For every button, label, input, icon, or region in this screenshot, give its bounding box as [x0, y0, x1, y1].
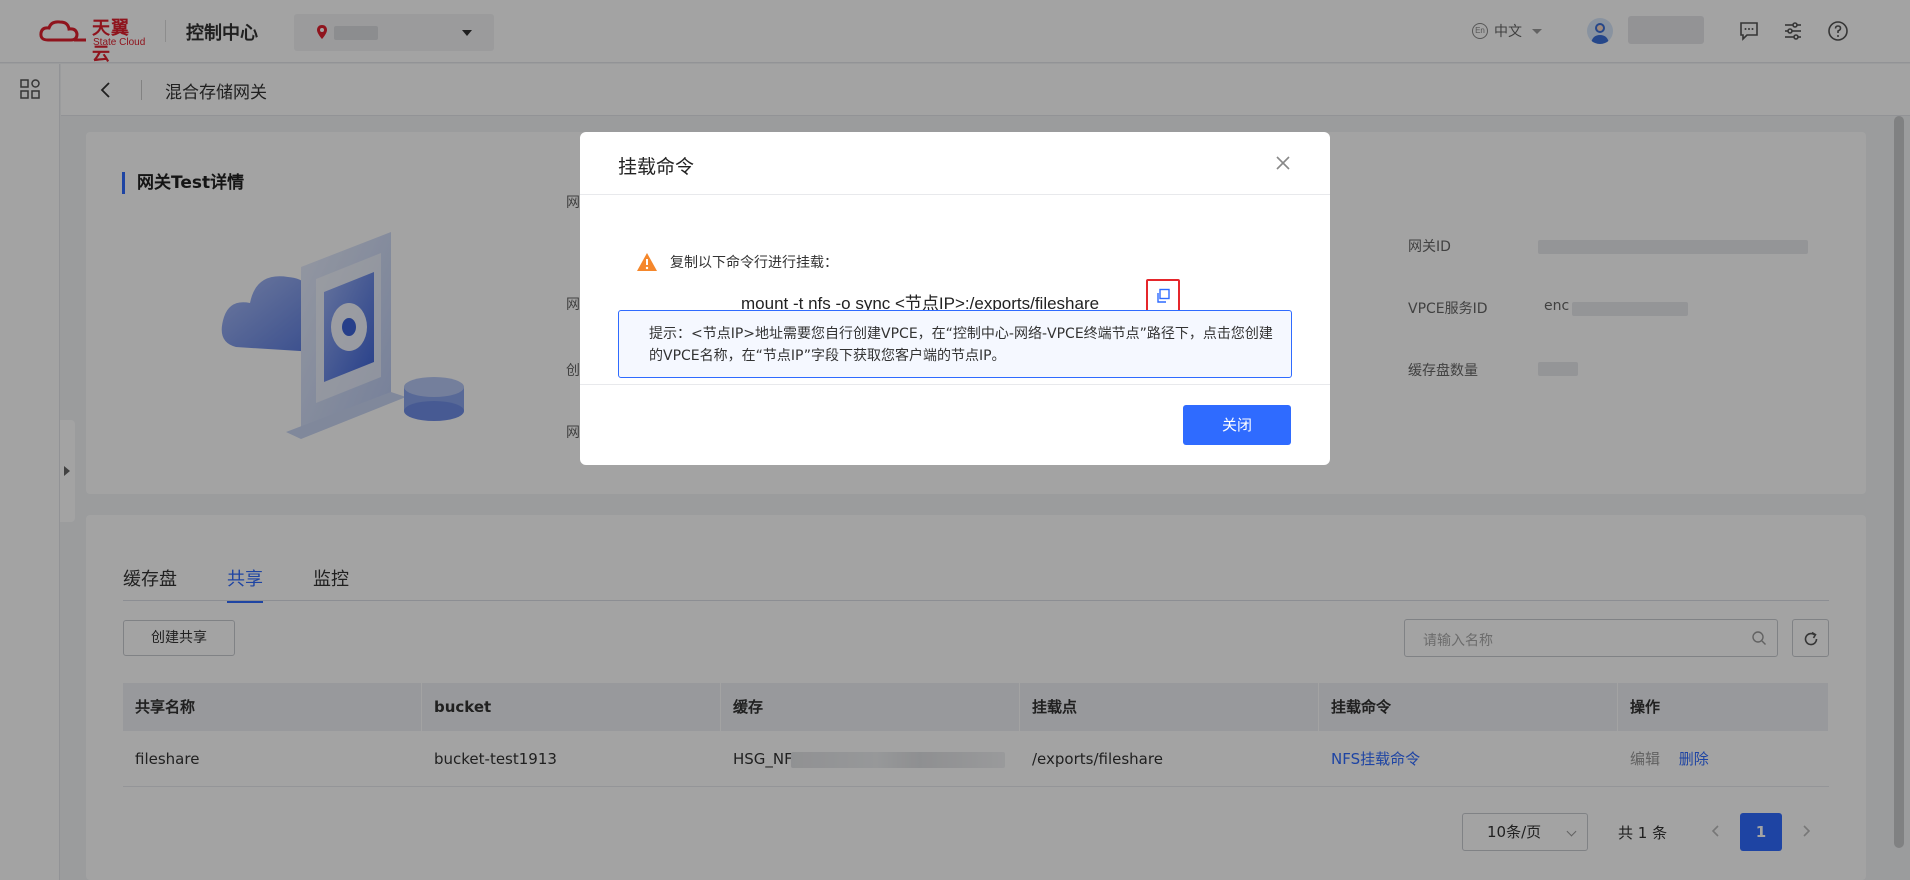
tip-box: 提示：<节点IP>地址需要您自行创建VPCE，在“控制中心-网络-VPCE终端节… [618, 310, 1292, 378]
close-icon[interactable] [1274, 154, 1292, 172]
dialog-title: 挂载命令 [618, 156, 695, 178]
warning-icon [637, 253, 657, 271]
copy-instruction-text: 复制以下命令行进行挂载： [670, 255, 838, 271]
dialog-footer-divider [580, 384, 1330, 385]
dialog-header-divider [580, 194, 1330, 195]
mount-command-dialog: 挂载命令 复制以下命令行进行挂载： mount -t nfs -o sync <… [580, 132, 1330, 465]
copy-command-button[interactable] [1146, 279, 1180, 313]
copy-icon [1157, 288, 1170, 303]
copy-instruction: 复制以下命令行进行挂载： [636, 252, 838, 272]
close-button[interactable]: 关闭 [1183, 405, 1291, 445]
